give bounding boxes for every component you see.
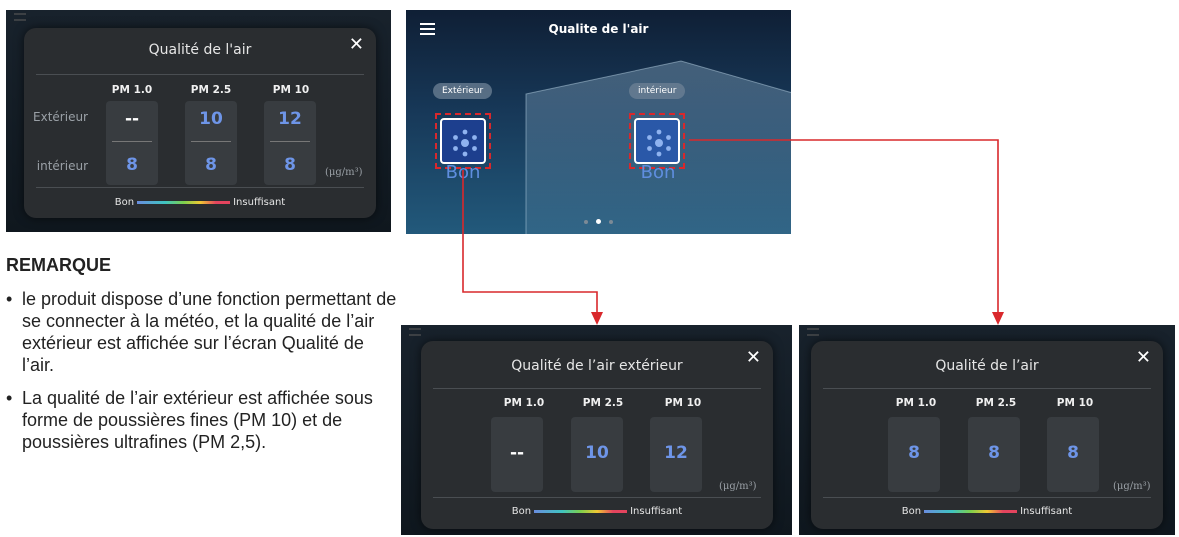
indoor-connector-arrow xyxy=(689,139,999,314)
outdoor-connector-arrow xyxy=(462,170,598,314)
connector-arrows xyxy=(462,139,1004,325)
indoor-arrowhead xyxy=(992,312,1004,325)
outdoor-arrowhead xyxy=(591,312,603,325)
